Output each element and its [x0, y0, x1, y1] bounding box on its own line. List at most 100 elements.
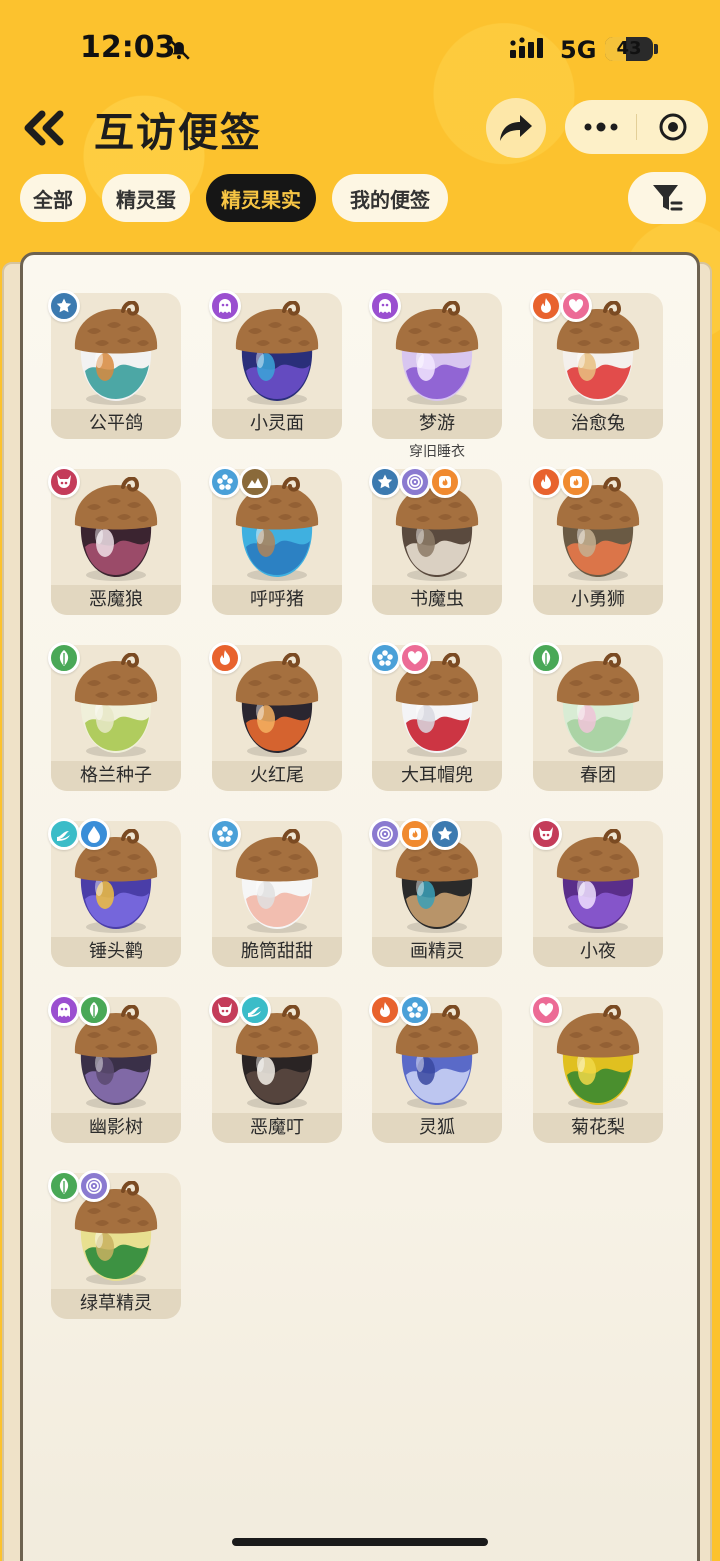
fruit-card[interactable]: 格兰种子 [48, 642, 181, 791]
demon-icon [530, 818, 562, 850]
fruit-name: 公平鸽 [51, 409, 181, 439]
flame-icon [560, 466, 592, 498]
attribute-badges [530, 994, 562, 1026]
heart-icon [560, 290, 592, 322]
tab-spirit-fruit[interactable]: 精灵果实 [206, 174, 316, 222]
fruit-card[interactable]: 梦游 穿旧睡衣 [369, 290, 502, 460]
attribute-badges [369, 466, 461, 498]
demon-icon [48, 466, 80, 498]
attribute-badges [48, 642, 80, 674]
battery-level: 43 [616, 38, 642, 59]
fruit-card[interactable]: 小勇狮 [530, 466, 663, 615]
page-title: 互访便签 [94, 110, 262, 156]
attribute-badges [209, 994, 271, 1026]
fruit-name: 画精灵 [372, 937, 502, 967]
ghost-icon [209, 290, 241, 322]
swirl-icon [369, 818, 401, 850]
swirl-icon [399, 466, 431, 498]
fruit-name: 治愈兔 [533, 409, 663, 439]
fruit-name: 呼呼猪 [212, 585, 342, 615]
attribute-badges [369, 994, 431, 1026]
fruit-card[interactable]: 呼呼猪 [209, 466, 342, 615]
acorn-fruit-icon [74, 301, 158, 405]
attribute-badges [48, 994, 110, 1026]
attribute-badges [530, 290, 592, 322]
share-arrow-icon [500, 115, 532, 141]
fruit-card[interactable]: 恶魔狼 [48, 466, 181, 615]
fruit-card[interactable]: 大耳帽兜 [369, 642, 502, 791]
fire-icon [209, 642, 241, 674]
fruit-name: 火红尾 [212, 761, 342, 791]
leaf-icon [530, 642, 562, 674]
fruit-card[interactable]: 书魔虫 [369, 466, 502, 615]
fruit-card[interactable]: 画精灵 [369, 818, 502, 967]
more-button[interactable] [565, 100, 637, 154]
acorn-fruit-icon [74, 653, 158, 757]
more-dots-icon [584, 122, 618, 132]
tab-all[interactable]: 全部 [20, 174, 86, 222]
attribute-badges [48, 290, 80, 322]
fruit-card[interactable]: 治愈兔 [530, 290, 663, 439]
ghost-icon [369, 290, 401, 322]
fruit-card[interactable]: 小夜 [530, 818, 663, 967]
flame-icon [399, 818, 431, 850]
attribute-badges [48, 818, 110, 850]
star-icon [429, 818, 461, 850]
filter-button[interactable] [628, 172, 706, 224]
fruit-card[interactable]: 灵狐 [369, 994, 502, 1143]
fruit-card[interactable]: 春团 [530, 642, 663, 791]
bell-muted-icon [168, 38, 190, 60]
attribute-badges [530, 818, 562, 850]
acorn-fruit-icon [395, 301, 479, 405]
fruit-card[interactable]: 火红尾 [209, 642, 342, 791]
fruit-name: 幽影树 [51, 1113, 181, 1143]
attribute-badges [369, 290, 401, 322]
fire-icon [530, 466, 562, 498]
fruit-card[interactable]: 公平鸽 [48, 290, 181, 439]
attribute-badges [369, 818, 461, 850]
battery-tip [654, 44, 658, 54]
star-icon [48, 290, 80, 322]
fruit-name: 恶魔叮 [212, 1113, 342, 1143]
fruit-card[interactable]: 脆筒甜甜 [209, 818, 342, 967]
attribute-badges [209, 290, 241, 322]
battery-icon: 43 [605, 37, 653, 61]
fruit-card[interactable]: 锤头鹳 [48, 818, 181, 967]
fruit-name: 锤头鹳 [51, 937, 181, 967]
attribute-badges [530, 642, 562, 674]
share-button[interactable] [486, 98, 546, 158]
fruit-name: 绿草精灵 [51, 1289, 181, 1319]
fruit-name: 书魔虫 [372, 585, 502, 615]
tab-spirit-egg[interactable]: 精灵蛋 [102, 174, 190, 222]
back-button[interactable] [18, 106, 68, 150]
fruit-card[interactable]: 恶魔叮 [209, 994, 342, 1143]
flower-icon [209, 466, 241, 498]
filter-icon [653, 185, 683, 211]
target-circle-icon [659, 113, 686, 141]
fruit-card[interactable]: 幽影树 [48, 994, 181, 1143]
tab-my-notes[interactable]: 我的便签 [332, 174, 448, 222]
fruit-card[interactable]: 菊花梨 [530, 994, 663, 1143]
fire-icon [369, 994, 401, 1026]
fruit-name: 春团 [533, 761, 663, 791]
fruit-name: 大耳帽兜 [372, 761, 502, 791]
close-miniprogram-button[interactable] [637, 100, 708, 154]
wind-icon [239, 994, 271, 1026]
drop-icon [78, 818, 110, 850]
fruit-card[interactable]: 绿草精灵 [48, 1170, 181, 1319]
flame-icon [429, 466, 461, 498]
flower-icon [369, 642, 401, 674]
fruit-name: 小夜 [533, 937, 663, 967]
flower-icon [209, 818, 241, 850]
signal-icon [510, 37, 543, 58]
fruit-name: 菊花梨 [533, 1113, 663, 1143]
star-icon [369, 466, 401, 498]
home-indicator [232, 1538, 488, 1546]
network-type: 5G [560, 36, 597, 64]
wind-icon [48, 818, 80, 850]
acorn-fruit-icon [235, 653, 319, 757]
fruit-card[interactable]: 小灵面 [209, 290, 342, 439]
attribute-badges [48, 466, 80, 498]
fruit-name: 脆筒甜甜 [212, 937, 342, 967]
ghost-icon [48, 994, 80, 1026]
